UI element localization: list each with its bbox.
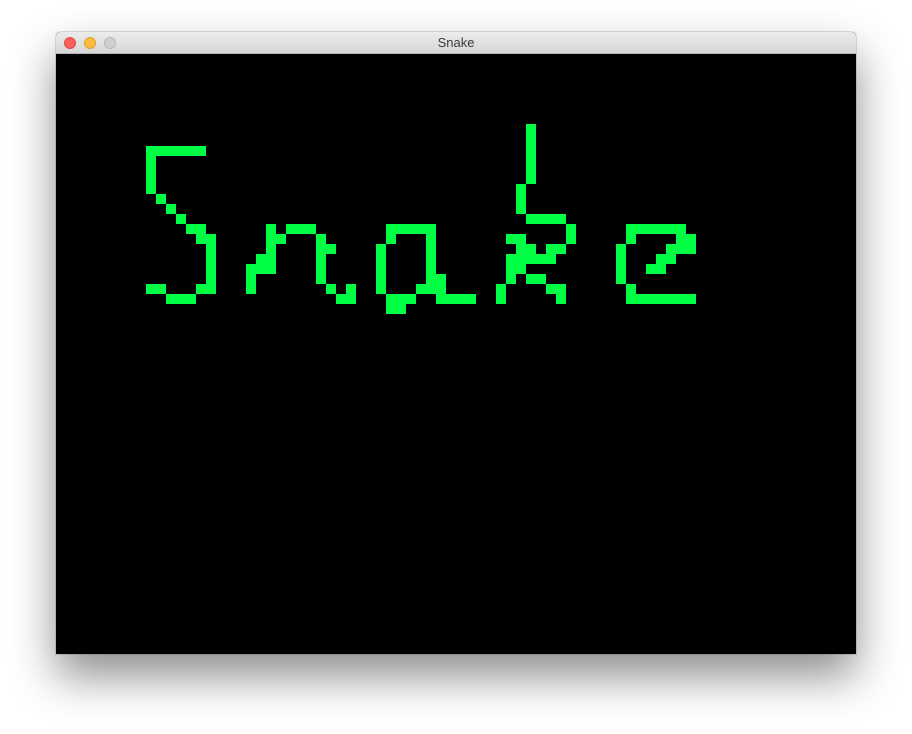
title-bar[interactable]: Snake [56, 32, 856, 54]
snake-letter-s-pixel [146, 146, 156, 194]
snake-letter-s-pixel [176, 214, 186, 224]
snake-letter-n-pixel [326, 284, 336, 294]
snake-letter-k-pixel [496, 284, 506, 304]
snake-letter-s-pixel [166, 204, 176, 214]
snake-letter-s-pixel [196, 234, 206, 244]
snake-letter-n-pixel [286, 224, 316, 234]
snake-letter-a-pixel [386, 234, 396, 244]
snake-letter-e-pixel [626, 284, 636, 294]
snake-letter-e-pixel [686, 234, 696, 254]
snake-letter-n-pixel [316, 234, 326, 244]
snake-letter-k-pixel [546, 244, 566, 254]
snake-letter-a-pixel [386, 294, 396, 304]
snake-letter-k-pixel [526, 124, 536, 184]
snake-title-pixel-art [146, 124, 696, 314]
snake-letter-k-pixel [556, 284, 566, 304]
snake-letter-n-pixel [256, 254, 266, 274]
snake-letter-a-pixel [376, 244, 386, 294]
snake-letter-s-pixel [156, 194, 166, 204]
snake-letter-k-pixel [526, 274, 546, 284]
snake-letter-a-pixel [386, 304, 406, 314]
snake-letter-s-pixel [146, 284, 166, 294]
snake-letter-n-pixel [266, 224, 276, 244]
snake-letter-e-pixel [626, 234, 636, 244]
snake-letter-k-pixel [566, 224, 576, 244]
snake-letter-s-pixel [186, 224, 206, 234]
snake-letter-k-pixel [516, 184, 526, 214]
snake-letter-a-pixel [436, 294, 476, 304]
snake-letter-k-pixel [516, 244, 536, 254]
snake-letter-k-pixel [526, 254, 556, 264]
snake-letter-k-pixel [506, 234, 526, 244]
snake-letter-n-pixel [316, 244, 326, 284]
snake-letter-e-pixel [676, 224, 686, 244]
window-title: Snake [437, 35, 475, 50]
snake-letter-a-pixel [396, 294, 416, 304]
snake-letter-e-pixel [666, 244, 686, 254]
snake-letter-s-pixel [196, 284, 206, 294]
snake-letter-e-pixel [656, 254, 676, 264]
snake-letter-a-pixel [426, 274, 446, 294]
snake-letter-n-pixel [266, 244, 276, 274]
snake-letter-e-pixel [646, 264, 666, 274]
snake-letter-n-pixel [276, 234, 286, 244]
snake-letter-a-pixel [386, 224, 436, 234]
snake-letter-k-pixel [526, 214, 566, 224]
snake-letter-n-pixel [326, 244, 336, 254]
snake-letter-s-pixel [206, 234, 216, 294]
snake-letter-k-pixel [546, 284, 556, 294]
game-canvas[interactable] [56, 54, 856, 654]
snake-letter-k-pixel [506, 274, 516, 284]
snake-letter-n-pixel [336, 294, 356, 304]
snake-letter-e-pixel [616, 244, 626, 284]
snake-letter-n-pixel [346, 284, 356, 294]
snake-letter-s-pixel [166, 294, 196, 304]
snake-letter-k-pixel [506, 254, 526, 274]
snake-letter-e-pixel [626, 294, 696, 304]
snake-letter-n-pixel [246, 264, 256, 294]
game-window: Snake [56, 32, 856, 654]
